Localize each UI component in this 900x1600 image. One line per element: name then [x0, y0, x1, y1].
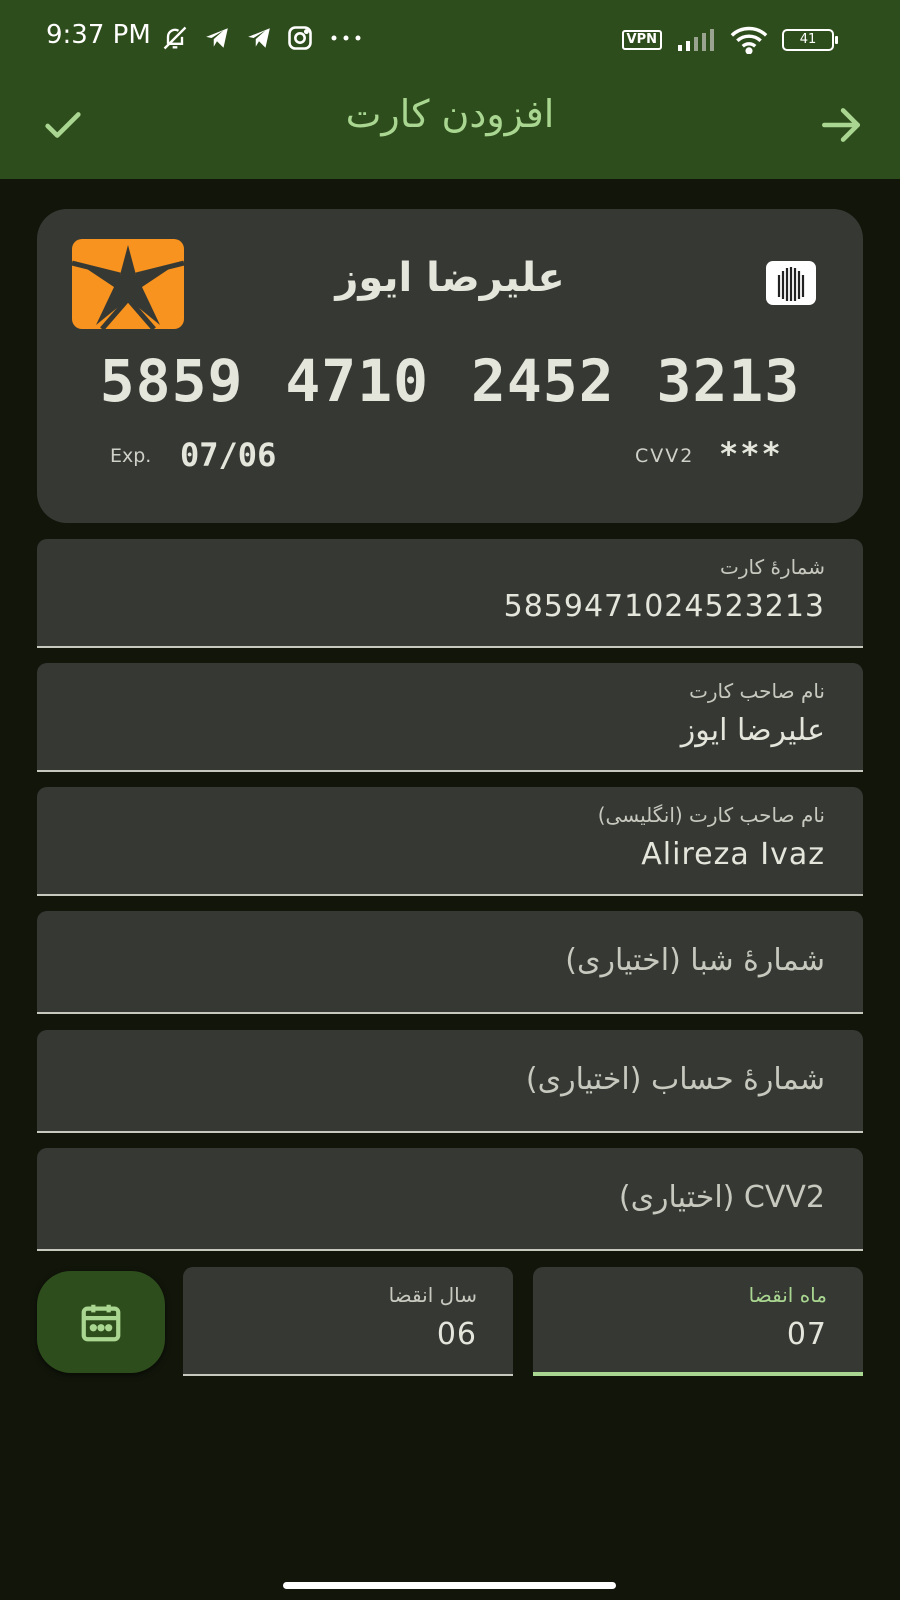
signal-icon	[678, 29, 714, 51]
exp-month-field[interactable]: ماه انقضا 07	[533, 1267, 863, 1376]
exp-label: Exp.	[110, 445, 152, 467]
arrow-right-icon[interactable]	[816, 100, 866, 154]
app-bar: افزودن کارت	[0, 78, 900, 179]
vpn-badge: VPN	[621, 30, 662, 50]
more-dots-icon	[331, 35, 361, 41]
exp-year-label: سال انقضا	[388, 1283, 477, 1307]
holder-name-en-field[interactable]: نام صاحب کارت (انگلیسی) Alireza Ivaz	[37, 787, 863, 896]
card-number-label: شمارهٔ کارت	[719, 555, 825, 579]
card-holder-name: علیرضا ایوز	[335, 255, 565, 301]
account-number-field[interactable]: شمارهٔ حساب (اختیاری)	[37, 1030, 863, 1133]
card-number-value[interactable]: 5859471024523213	[504, 589, 825, 624]
holder-name-en-value[interactable]: Alireza Ivaz	[641, 837, 825, 872]
status-bar: 9:37 PM VPN 41	[0, 0, 900, 78]
card-number-display: 5859 4710 2452 3213	[99, 347, 801, 415]
exp-month-label: ماه انقضا	[748, 1283, 827, 1307]
card-chip-icon	[766, 261, 816, 305]
account-number-placeholder: شمارهٔ حساب (اختیاری)	[525, 1062, 825, 1097]
holder-name-value[interactable]: علیرضا ایوز	[681, 713, 825, 748]
wifi-icon	[730, 26, 768, 54]
bell-off-icon	[163, 26, 187, 50]
telegram-icon	[248, 28, 270, 48]
page-title: افزودن کارت	[345, 92, 555, 136]
exp-year-field[interactable]: سال انقضا 06	[183, 1267, 513, 1376]
cvv2-field[interactable]: CVV2 (اختیاری)	[37, 1148, 863, 1251]
notification-icons	[160, 24, 366, 52]
holder-name-label: نام صاحب کارت	[689, 679, 825, 703]
exp-year-value[interactable]: 06	[437, 1317, 477, 1352]
cvv-label: CVV2	[635, 445, 695, 467]
cvv-value: ***	[719, 435, 783, 473]
battery-icon: 41	[782, 29, 838, 51]
system-icons: VPN 41	[621, 26, 838, 54]
home-indicator[interactable]	[283, 1582, 616, 1589]
telegram-icon	[206, 28, 228, 48]
cvv2-placeholder: CVV2 (اختیاری)	[618, 1180, 825, 1215]
exp-month-value[interactable]: 07	[787, 1317, 827, 1352]
sheba-placeholder: شمارهٔ شبا (اختیاری)	[565, 943, 825, 978]
calendar-button[interactable]	[37, 1271, 165, 1373]
status-time: 9:37 PM	[46, 20, 151, 50]
instagram-icon	[288, 26, 312, 50]
card-preview: علیرضا ایوز 5859 4710 2452 3213 Exp. 07/…	[37, 209, 863, 523]
holder-name-en-label: نام صاحب کارت (انگلیسی)	[597, 803, 825, 827]
card-number-field[interactable]: شمارهٔ کارت 5859471024523213	[37, 539, 863, 648]
holder-name-field[interactable]: نام صاحب کارت علیرضا ایوز	[37, 663, 863, 772]
exp-value: 07/06	[180, 436, 277, 474]
calendar-icon	[81, 1304, 121, 1342]
sheba-field[interactable]: شمارهٔ شبا (اختیاری)	[37, 911, 863, 1014]
